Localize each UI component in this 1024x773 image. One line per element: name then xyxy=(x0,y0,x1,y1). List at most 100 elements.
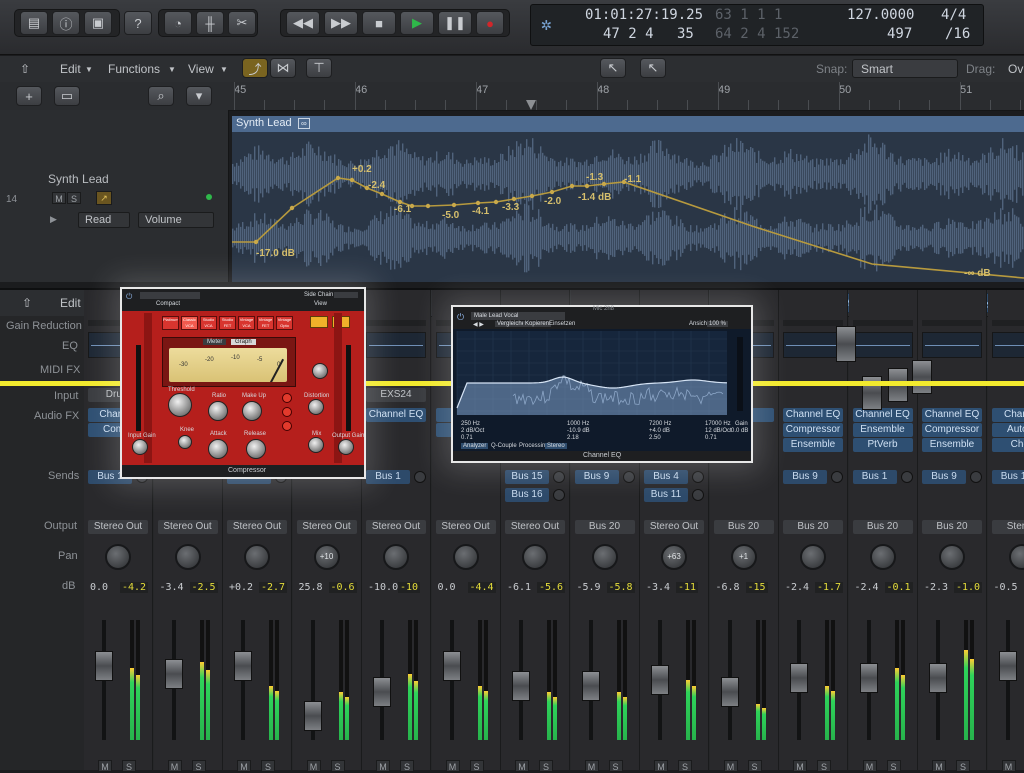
catch-icon[interactable]: ⊤ xyxy=(306,58,332,78)
eq-band-q[interactable]: 0.71 xyxy=(705,435,717,441)
volume-db-value[interactable]: 0.0 xyxy=(438,582,456,593)
pointer-tool-icon[interactable]: ↖ xyxy=(600,58,626,78)
mute-button[interactable]: M xyxy=(863,760,877,772)
knee-knob[interactable] xyxy=(178,435,192,449)
mute-button[interactable]: M xyxy=(237,760,251,772)
pan-knob[interactable] xyxy=(522,544,548,570)
drag-value[interactable]: Ov xyxy=(1008,62,1023,76)
pause-icon[interactable]: ❚❚ xyxy=(438,11,472,35)
pan-knob[interactable] xyxy=(244,544,270,570)
mute-button[interactable]: M xyxy=(1002,760,1016,772)
mute-button[interactable]: M xyxy=(932,760,946,772)
audio-region[interactable]: +0.2-2.4-6.1-5.0-4.1-3.3-2.0-1.3-1.4 dB-… xyxy=(232,116,1024,282)
eq-gain-value[interactable]: 0.0 dB xyxy=(731,428,748,434)
automation-point[interactable] xyxy=(476,201,480,205)
audio-fx-slot[interactable]: Compressor xyxy=(922,423,982,437)
output-gain-knob[interactable] xyxy=(338,439,354,455)
ratio-knob[interactable] xyxy=(208,401,228,421)
mute-button[interactable]: M xyxy=(52,192,66,204)
automation-point[interactable] xyxy=(494,200,498,204)
volume-fader[interactable] xyxy=(373,677,391,707)
collapse-icon[interactable]: ▾ xyxy=(186,86,212,106)
mixer-back-icon[interactable]: ⇧ xyxy=(22,296,32,310)
volume-db-value[interactable]: -2.3 xyxy=(924,582,948,593)
volume-fader[interactable] xyxy=(860,663,878,693)
disclosure-triangle-icon[interactable]: ▶ xyxy=(50,214,57,225)
output-slot[interactable]: Stereo xyxy=(992,520,1024,534)
volume-fader[interactable] xyxy=(234,651,252,681)
eq-band-q[interactable]: 0.71 xyxy=(461,435,473,441)
solo-button[interactable]: S xyxy=(122,760,136,772)
solo-button[interactable]: S xyxy=(192,760,206,772)
output-slot[interactable]: Stereo Out xyxy=(88,520,148,534)
send-level-knob[interactable] xyxy=(553,489,565,501)
automation-point[interactable] xyxy=(512,197,516,201)
pan-knob[interactable] xyxy=(1009,544,1024,570)
volume-fader[interactable] xyxy=(721,677,739,707)
send-slot[interactable]: Bus 9 xyxy=(922,470,966,484)
eq-gain-slider[interactable] xyxy=(737,337,743,411)
solo-button[interactable]: S xyxy=(887,760,901,772)
add-track-icon[interactable]: + xyxy=(16,86,42,106)
output-slot[interactable]: Bus 20 xyxy=(783,520,843,534)
threshold-knob[interactable] xyxy=(168,393,192,417)
mute-button[interactable]: M xyxy=(585,760,599,772)
volume-db-value[interactable]: -0.5 xyxy=(994,582,1018,593)
send-level-knob[interactable] xyxy=(414,471,426,483)
automation-point[interactable] xyxy=(290,206,294,210)
solo-button[interactable]: S xyxy=(956,760,970,772)
eq-thumbnail[interactable] xyxy=(366,332,426,358)
eq-thumbnail[interactable] xyxy=(922,332,982,358)
audio-fx-slot[interactable]: Ensemble xyxy=(922,438,982,452)
mix-knob[interactable] xyxy=(308,437,324,453)
automation-mode-dropdown[interactable]: Read xyxy=(78,212,130,228)
volume-db-value[interactable]: -6.1 xyxy=(507,582,531,593)
compressor-plugin-window[interactable]: ⏻ Compact Side Chain View PlatinumClassi… xyxy=(120,287,366,479)
send-level-knob[interactable] xyxy=(831,471,843,483)
mute-button[interactable]: M xyxy=(168,760,182,772)
channel-eq-plugin-window[interactable]: Mic 2h8 ⏻ Male Lead Vocal ◀ ▶ Vergleiche… xyxy=(451,305,753,463)
analyzer-view-value[interactable]: 100 % xyxy=(707,321,728,327)
prev-preset-icon[interactable]: ◀ ▶ xyxy=(473,321,484,328)
eq-band-frequency[interactable]: 1000 Hz xyxy=(567,421,589,427)
send-level-knob[interactable] xyxy=(692,471,704,483)
audio-fx-slot[interactable]: Ensemble xyxy=(783,438,843,452)
side-chain-dropdown[interactable] xyxy=(334,292,358,298)
mute-button[interactable]: M xyxy=(98,760,112,772)
pan-knob[interactable]: +10 xyxy=(314,544,340,570)
circuit-type-button[interactable]: Vintage VCA xyxy=(238,316,255,330)
volume-fader[interactable] xyxy=(165,659,183,689)
send-slot[interactable]: Bus 4 xyxy=(644,470,688,484)
release-knob[interactable] xyxy=(246,439,266,459)
eq-option-button[interactable]: Q-Couple xyxy=(491,443,517,449)
info-icon[interactable]: ⓘ xyxy=(52,11,80,35)
distortion-knob[interactable] xyxy=(308,399,324,415)
volume-fader[interactable] xyxy=(443,651,461,681)
audio-fx-slot[interactable]: PtVerb xyxy=(853,438,913,452)
solo-button[interactable]: S xyxy=(261,760,275,772)
circuit-type-button[interactable]: Classic VCA xyxy=(181,316,198,330)
side-chain-button[interactable] xyxy=(310,316,328,328)
eq-option-button[interactable]: Stereo xyxy=(545,443,567,449)
send-slot[interactable]: Bus 15 xyxy=(505,470,549,484)
functions-menu[interactable]: Functions xyxy=(108,62,160,76)
output-slot[interactable]: Bus 20 xyxy=(922,520,982,534)
track-header[interactable]: 14 Synth Lead M S ↗ ▶ Read Volume xyxy=(0,110,229,282)
automation-param-dropdown[interactable]: Volume xyxy=(138,212,214,228)
audio-fx-slot[interactable]: Channel EQ xyxy=(853,408,913,422)
automation-icon[interactable]: ⤴ xyxy=(242,58,268,78)
circuit-type-button[interactable]: Vintage FET xyxy=(257,316,274,330)
volume-fader[interactable] xyxy=(651,665,669,695)
paste-button[interactable]: Einsetzen xyxy=(547,321,577,327)
global-tracks-icon[interactable]: ⌕ xyxy=(148,86,174,106)
automation-point[interactable] xyxy=(380,192,384,196)
floating-fader-cap[interactable] xyxy=(836,326,856,362)
pan-knob[interactable]: +1 xyxy=(731,544,757,570)
volume-fader[interactable] xyxy=(95,651,113,681)
mixer-icon[interactable]: ▣ xyxy=(84,11,112,35)
solo-button[interactable]: S xyxy=(67,192,81,204)
audio-fx-slot[interactable]: Channel EQ xyxy=(783,408,843,422)
limiter-knob[interactable] xyxy=(312,363,328,379)
input-slot[interactable]: EXS24 xyxy=(366,388,426,402)
pan-knob[interactable] xyxy=(383,544,409,570)
